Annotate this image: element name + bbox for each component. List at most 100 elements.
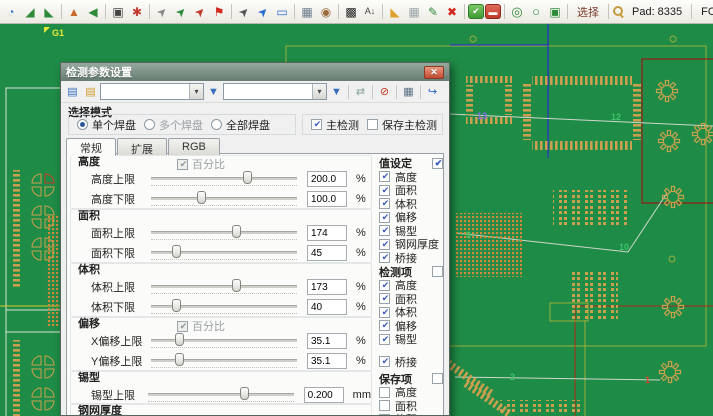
compare-icon[interactable]: ⇄ xyxy=(352,83,369,100)
area-lower-input[interactable] xyxy=(307,245,347,261)
zoom-region-b-icon[interactable]: ◣ xyxy=(40,3,58,21)
solder-shape-upper-input[interactable] xyxy=(304,387,344,403)
checkbox[interactable] xyxy=(379,185,390,196)
draw-icon[interactable]: ✎ xyxy=(424,3,442,21)
checkbox[interactable] xyxy=(379,307,390,318)
radio-single-pad[interactable]: 单个焊盘 xyxy=(77,117,136,133)
slider-thumb[interactable] xyxy=(172,245,181,258)
tab-rgb[interactable]: RGB xyxy=(168,138,220,155)
checkbox[interactable] xyxy=(379,280,390,291)
y-offset-upper-input[interactable] xyxy=(307,353,347,369)
history-icon[interactable]: ◔ xyxy=(2,3,20,21)
value-setting-master-checkbox[interactable] xyxy=(432,158,443,169)
save-items-master-checkbox[interactable] xyxy=(432,373,443,384)
tab-general[interactable]: 常规 xyxy=(66,138,116,156)
radio-all-pads[interactable]: 全部焊盘 xyxy=(211,117,270,133)
close-icon[interactable]: ✕ xyxy=(424,66,444,79)
radio-dot[interactable] xyxy=(77,119,88,130)
square-icon[interactable]: ▣ xyxy=(546,3,564,21)
slider-thumb[interactable] xyxy=(175,333,184,346)
y-offset-upper-slider[interactable] xyxy=(151,353,297,369)
checkbox[interactable] xyxy=(379,171,390,182)
checkbox[interactable] xyxy=(379,293,390,304)
checkbox[interactable] xyxy=(379,212,390,223)
volume-upper-slider[interactable] xyxy=(151,279,297,295)
search-icon[interactable] xyxy=(612,5,625,18)
slider-thumb[interactable] xyxy=(243,171,252,184)
x-offset-upper-slider[interactable] xyxy=(151,333,297,349)
announce-icon[interactable]: ◀ xyxy=(84,3,102,21)
checkbox[interactable] xyxy=(367,119,378,130)
height-upper-slider[interactable] xyxy=(151,171,297,187)
chevron-down-icon[interactable]: ▾ xyxy=(312,84,326,99)
detect-items-master-checkbox[interactable] xyxy=(432,266,443,277)
checkbox[interactable] xyxy=(379,334,390,345)
checkbox[interactable] xyxy=(311,119,322,130)
chevron-down-icon[interactable]: ▾ xyxy=(189,84,203,99)
slider-thumb[interactable] xyxy=(175,353,184,366)
solder-shape-upper-slider[interactable] xyxy=(148,387,294,403)
checkbox[interactable] xyxy=(379,225,390,236)
tab-extended[interactable]: 扩展 xyxy=(117,138,167,155)
checkbox[interactable] xyxy=(379,387,390,398)
checkbox[interactable] xyxy=(379,239,390,250)
slider-thumb[interactable] xyxy=(232,279,241,292)
save-icon[interactable]: ▦ xyxy=(400,83,417,100)
volume-lower-input[interactable] xyxy=(307,299,347,315)
saveas-template-icon[interactable]: ▤ xyxy=(82,83,99,100)
pin-red-icon[interactable]: ➤ xyxy=(187,0,212,24)
dialog-titlebar[interactable]: 检测参数设置 ✕ xyxy=(61,63,449,81)
mirror-icon[interactable]: ▲ xyxy=(65,3,83,21)
apply-left-icon[interactable]: ▼ xyxy=(205,83,222,100)
slider-thumb[interactable] xyxy=(232,225,241,238)
check-volume[interactable]: 体积 xyxy=(379,413,443,416)
remove-icon[interactable]: ▬ xyxy=(485,4,501,19)
height-upper-input[interactable] xyxy=(307,171,347,187)
select-mode-button[interactable]: 选择 xyxy=(571,4,605,20)
checkbox[interactable] xyxy=(379,356,390,367)
area-upper-input[interactable] xyxy=(307,225,347,241)
checkbox[interactable] xyxy=(379,414,390,415)
sort-az-icon[interactable]: A↓ xyxy=(361,3,379,21)
x-offset-upper-input[interactable] xyxy=(307,333,347,349)
capture-icon[interactable]: ▣ xyxy=(109,3,127,21)
check-bridge[interactable]: 桥接 xyxy=(379,355,443,369)
circle-icon[interactable]: ○ xyxy=(527,3,545,21)
apply-check-icon[interactable]: ✔ xyxy=(468,4,484,19)
checkbox[interactable] xyxy=(379,252,390,263)
volume-lower-slider[interactable] xyxy=(151,299,297,315)
radio-dot[interactable] xyxy=(211,119,222,130)
area-lower-slider[interactable] xyxy=(151,245,297,261)
zoom-region-a-icon[interactable]: ◢ xyxy=(21,3,39,21)
height-lower-slider[interactable] xyxy=(151,191,297,207)
volume-upper-input[interactable] xyxy=(307,279,347,295)
forbid-icon[interactable]: ⊘ xyxy=(376,83,393,100)
slider-thumb[interactable] xyxy=(240,387,249,400)
camera-icon[interactable]: ◉ xyxy=(317,3,335,21)
table-icon[interactable]: ▦ xyxy=(298,3,316,21)
open-template-icon[interactable]: ▤ xyxy=(64,83,81,100)
slider-thumb[interactable] xyxy=(197,191,206,204)
delete-icon[interactable]: ✖ xyxy=(443,3,461,21)
check-solder-shape[interactable]: 锡型 xyxy=(379,333,443,347)
checkbox[interactable] xyxy=(379,320,390,331)
apply-right-icon[interactable]: ▼ xyxy=(328,83,345,100)
area-upper-label: 面积上限 xyxy=(71,225,151,241)
template-combo-1[interactable]: ▾ xyxy=(100,83,204,100)
tools-icon[interactable]: ✱ xyxy=(128,3,146,21)
grid-icon[interactable]: ▦ xyxy=(405,3,423,21)
main-detect-checkbox[interactable]: 主检测 xyxy=(311,117,359,133)
checkbox[interactable] xyxy=(379,198,390,209)
target-icon[interactable]: ◎ xyxy=(508,3,526,21)
ruler-icon[interactable]: ◣ xyxy=(386,3,404,21)
checkbox[interactable] xyxy=(379,400,390,411)
save-main-detect-checkbox[interactable]: 保存主检测 xyxy=(367,117,437,133)
template-combo-2[interactable]: ▾ xyxy=(223,83,327,100)
slider-thumb[interactable] xyxy=(172,299,181,312)
area-upper-slider[interactable] xyxy=(151,225,297,241)
pin-blue-icon[interactable]: ➤ xyxy=(250,0,275,24)
tiles-icon[interactable]: ▩ xyxy=(342,3,360,21)
height-lower-input[interactable] xyxy=(307,191,347,207)
check-bridge[interactable]: 桥接 xyxy=(379,251,443,265)
exit-icon[interactable]: ↪ xyxy=(424,83,441,100)
